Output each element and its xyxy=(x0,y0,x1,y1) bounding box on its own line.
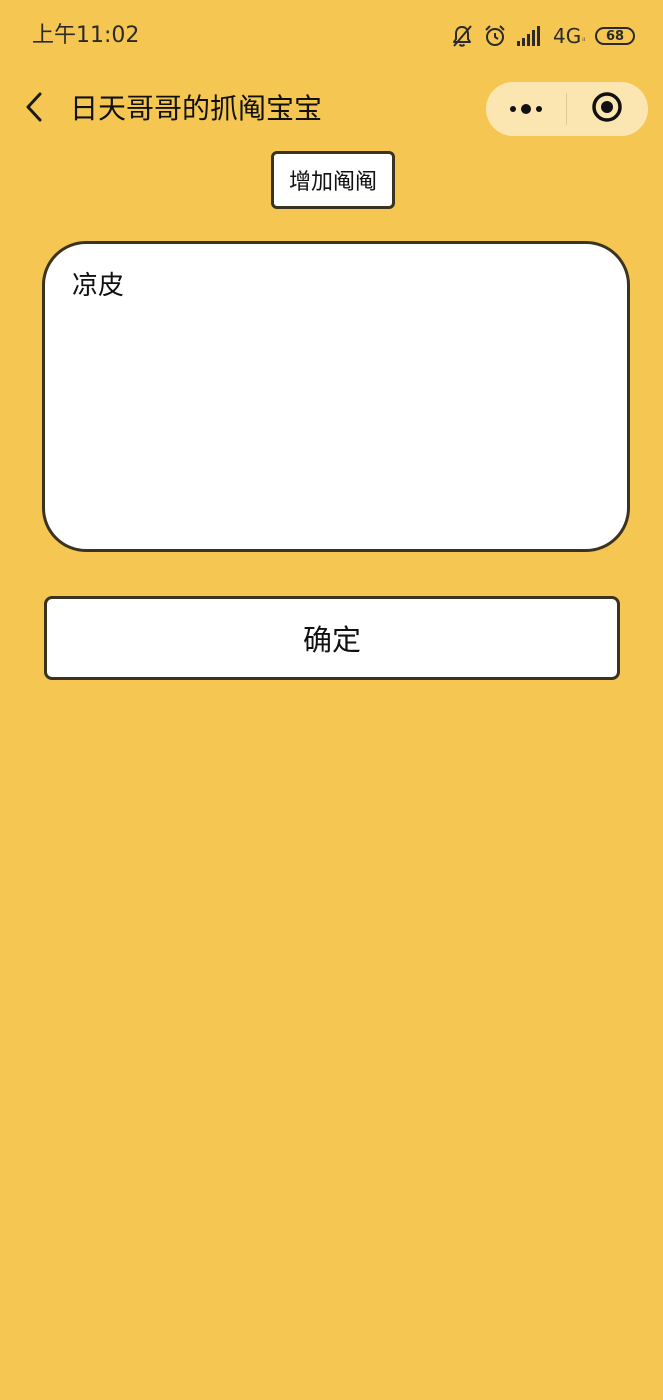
close-mini-program-button[interactable] xyxy=(567,82,647,136)
status-icons: 4G ᵢₗ 68 xyxy=(451,22,635,50)
back-button[interactable] xyxy=(16,90,52,128)
alarm-clock-icon xyxy=(483,24,507,48)
target-close-icon xyxy=(591,91,623,127)
network-type: 4G ᵢₗ xyxy=(553,24,585,48)
signal-bars-icon xyxy=(517,26,543,46)
battery-icon: 68 xyxy=(595,27,635,45)
items-textarea[interactable] xyxy=(42,241,630,552)
bell-off-icon xyxy=(451,24,473,48)
status-bar: 上午11:02 4G ᵢₗ 68 xyxy=(0,0,663,72)
add-item-button[interactable]: 增加阄阄 xyxy=(271,151,395,209)
mini-program-capsule xyxy=(486,82,648,136)
page-title: 日天哥哥的抓阄宝宝 xyxy=(70,92,323,125)
chevron-left-icon xyxy=(23,91,45,127)
network-activity-icon: ᵢₗ xyxy=(582,34,585,43)
status-time: 上午11:02 xyxy=(32,23,140,48)
title-bar: 日天哥哥的抓阄宝宝 xyxy=(0,78,663,140)
confirm-button[interactable]: 确定 xyxy=(44,596,620,680)
more-button[interactable] xyxy=(486,82,566,136)
more-dots-icon xyxy=(508,100,544,119)
